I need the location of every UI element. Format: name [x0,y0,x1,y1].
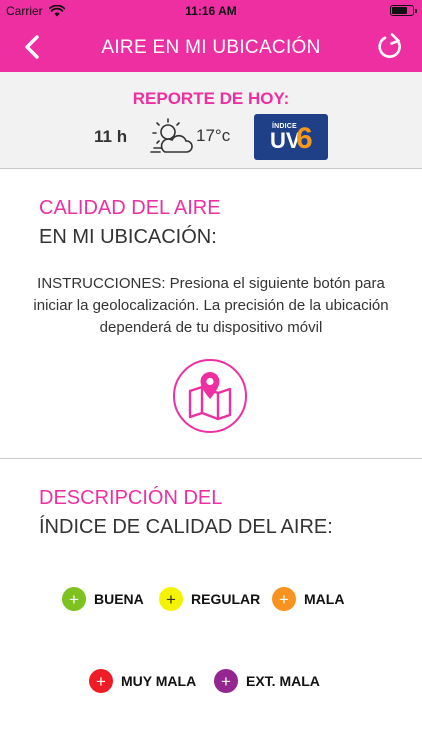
report-temperature: 17°c [196,126,231,145]
legend-label: MUY MALA [121,673,197,689]
uv-value: 6 [296,122,313,155]
battery-icon [390,5,417,16]
instructions-text: INSTRUCCIONES: Presiona el siguiente bot… [33,275,389,336]
partly-cloudy-icon [150,118,193,153]
legend-label: BUENA [94,591,144,607]
legend-label: REGULAR [191,591,261,607]
map-pin-icon [188,372,232,421]
legend-label: MALA [304,591,345,607]
section-divider [0,458,422,459]
status-bar: Carrier 11:16 AM [0,0,422,22]
refresh-icon[interactable] [376,33,404,61]
plus-icon: + [159,587,183,611]
description-subtitle: ÍNDICE DE CALIDAD DEL AIRE: [39,516,333,538]
legend-label: EXT. MALA [246,673,320,689]
legend-item-muy-mala: + MUY MALA [89,669,196,693]
report-title: REPORTE DE HOY: [132,89,290,108]
plus-icon: + [89,669,113,693]
description-title: DESCRIPCIÓN DEL [39,487,223,509]
plus-icon: + [272,587,296,611]
air-quality-title: CALIDAD DEL AIRE [39,197,221,219]
legend-item-ext-mala: + EXT. MALA [214,669,320,693]
legend-item-mala: + MALA [272,587,344,611]
geolocation-button[interactable] [173,359,247,433]
page-title: AIRE EN MI UBICACIÓN [101,37,321,58]
air-quality-subtitle: EN MI UBICACIÓN: [39,226,217,248]
legend-item-regular: + REGULAR [159,587,260,611]
nav-bar: AIRE EN MI UBICACIÓN [0,22,422,72]
today-report: REPORTE DE HOY: 11 h 17°c ÍNDICE UV 6 [0,72,422,169]
legend-item-buena: + BUENA [62,587,144,611]
battery-fill [392,7,408,14]
report-hour: 11 h [94,127,128,146]
plus-icon: + [214,669,238,693]
plus-icon: + [62,587,86,611]
status-time: 11:16 AM [185,4,237,18]
uv-index-badge: ÍNDICE UV 6 [254,114,328,160]
